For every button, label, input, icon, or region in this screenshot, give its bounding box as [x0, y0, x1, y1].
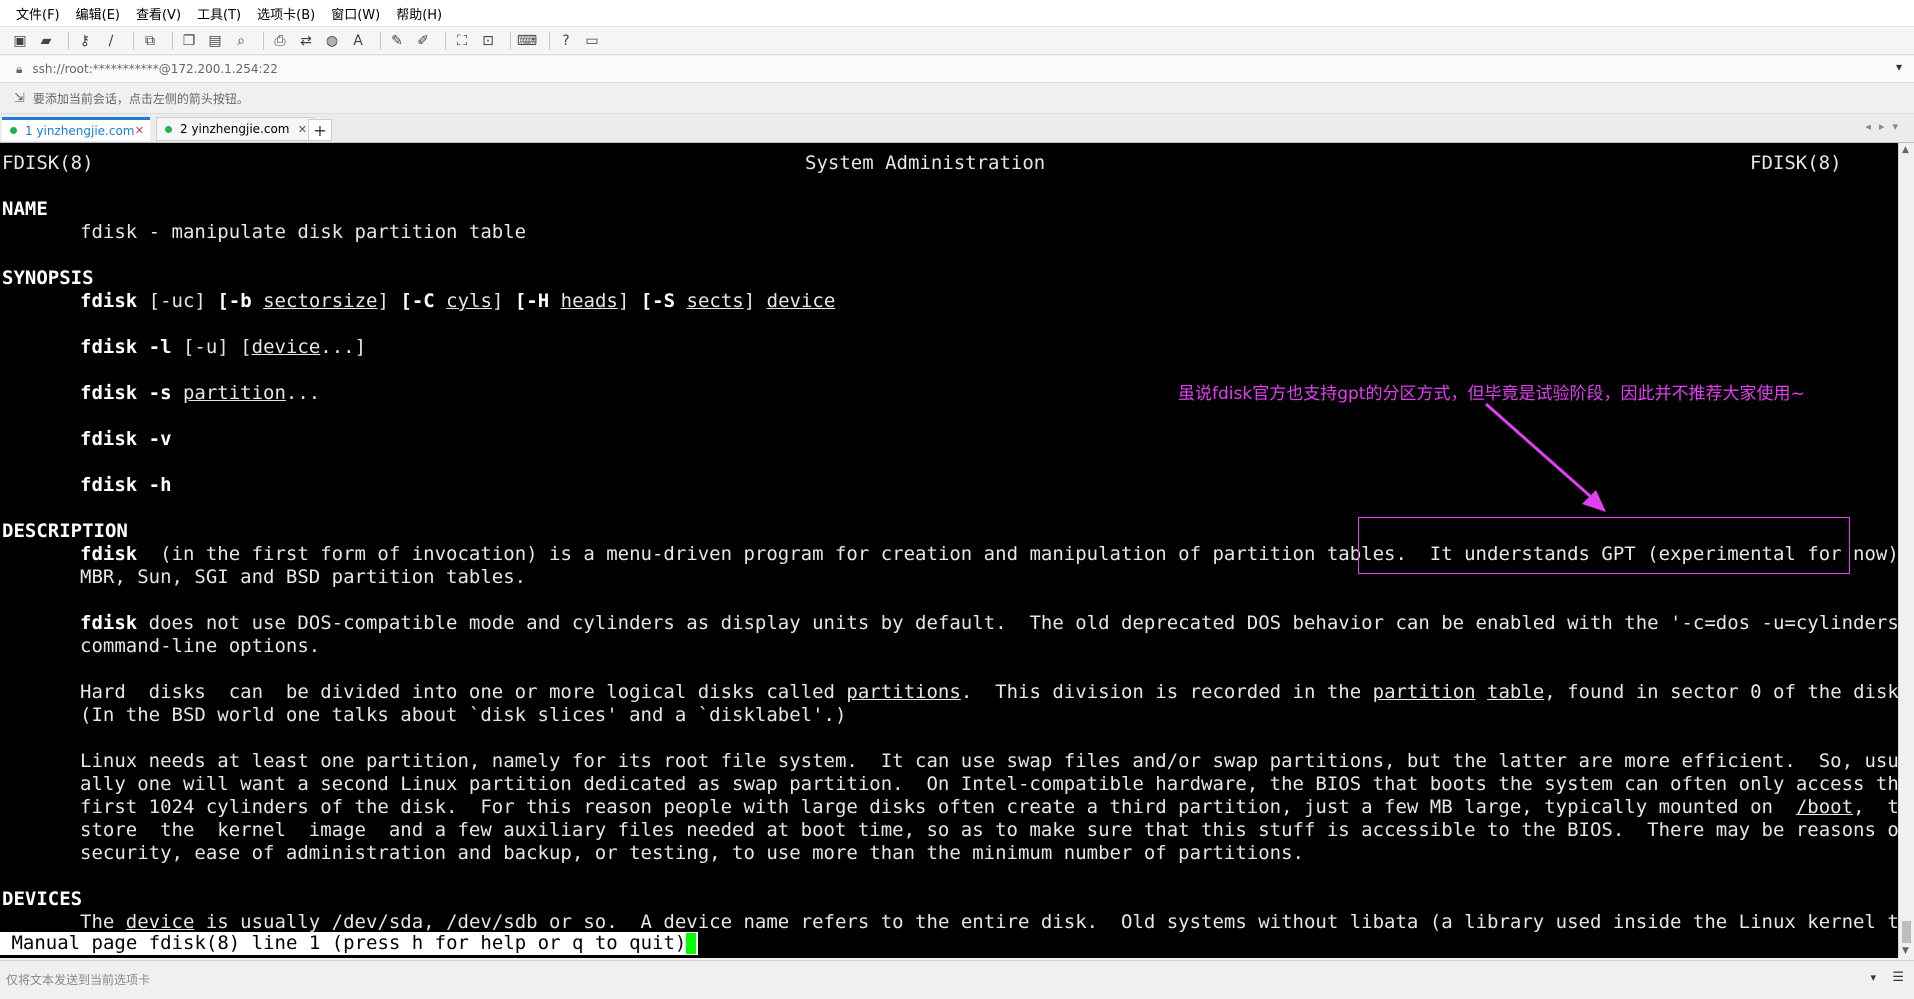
devices-line: The device is usually /dev/sda, /dev/sdb…	[80, 911, 1898, 933]
address-text: ssh://root:***********@172.200.1.254:22	[32, 62, 278, 76]
paste-icon[interactable]: ▤	[205, 31, 225, 51]
open-folder-icon[interactable]: ▰	[36, 31, 56, 51]
print-icon[interactable]: ⎙	[270, 31, 290, 51]
man-header-center: System Administration	[805, 152, 1046, 174]
toolbar-divider	[68, 31, 69, 50]
toolbar-divider	[510, 31, 511, 50]
session-hint-text: 要添加当前会话，点击左侧的箭头按钮。	[32, 91, 249, 106]
session-hint-bar: ⇲ 要添加当前会话，点击左侧的箭头按钮。	[0, 83, 1914, 114]
key-icon[interactable]: ⚷	[75, 31, 95, 51]
find-icon[interactable]: ⌕	[231, 31, 251, 51]
description-line: Hard disks can be divided into one or mo…	[80, 681, 1898, 703]
globe-icon[interactable]: ◍	[322, 31, 342, 51]
toolbar-divider	[445, 31, 446, 50]
address-bar[interactable]: 🔒︎ ssh://root:***********@172.200.1.254:…	[0, 56, 1914, 83]
toolbar-divider	[549, 31, 550, 50]
section-heading: NAME	[2, 198, 48, 220]
help-icon[interactable]: ?	[556, 31, 576, 51]
section-heading: DESCRIPTION	[2, 520, 128, 542]
name-line: fdisk - manipulate disk partition table	[80, 221, 527, 243]
annotation-highlight-box	[1358, 517, 1850, 574]
description-line: store the kernel image and a few auxilia…	[80, 819, 1898, 841]
lock-icon[interactable]: ⊡	[478, 31, 498, 51]
section-heading: SYNOPSIS	[2, 267, 94, 289]
close-icon[interactable]: ✕	[135, 124, 144, 137]
chat-icon[interactable]: ▭	[582, 31, 602, 51]
scroll-up-icon[interactable]: ▲	[1902, 145, 1909, 155]
menu-view[interactable]: 查看(V)	[128, 4, 189, 23]
description-line: security, ease of administration and bac…	[80, 842, 1304, 864]
scrollbar-thumb[interactable]	[1902, 921, 1911, 943]
terminal-cursor	[686, 933, 697, 954]
menu-window[interactable]: 窗口(W)	[323, 4, 388, 23]
synopsis-line: fdisk -v	[80, 428, 172, 450]
toolbar: ▣ ▰ ⚷ ∕ ⧉ ❐ ▤ ⌕ ⎙ ⇄ ◍ A ✎ ✐ ⛶ ⊡ ⌨ ? ▭	[0, 27, 1914, 55]
send-bar: 仅将文本发送到当前选项卡 ▾ ☰	[0, 960, 1914, 999]
description-line: first 1024 cylinders of the disk. For th…	[80, 796, 1898, 818]
toolbar-divider	[263, 31, 264, 50]
menu-tools[interactable]: 工具(T)	[189, 4, 249, 23]
menu-bar: 文件(F) 编辑(E) 查看(V) 工具(T) 选项卡(B) 窗口(W) 帮助(…	[0, 0, 1914, 27]
synopsis-line: fdisk -h	[80, 474, 172, 496]
menu-tabs[interactable]: 选项卡(B)	[249, 4, 323, 23]
disconnect-icon[interactable]: ∕	[101, 31, 121, 51]
man-header-right: FDISK(8)	[1750, 152, 1842, 174]
annotation-text: 虽说fdisk官方也支持gpt的分区方式，但毕竟是试验阶段，因此并不推荐大家使用…	[1178, 384, 1805, 404]
tab-scroll-arrows-icon[interactable]: ◂▸▾	[1865, 120, 1906, 133]
new-tab-icon[interactable]: ⧉	[140, 31, 160, 51]
man-header-left: FDISK(8)	[2, 152, 94, 174]
send-to-tab-input[interactable]: 仅将文本发送到当前选项卡	[6, 971, 150, 988]
section-heading: DEVICES	[2, 888, 83, 910]
description-line: Linux needs at least one partition, name…	[80, 750, 1898, 772]
keyboard-icon[interactable]: ⌨	[517, 31, 537, 51]
script-icon[interactable]: ✎	[387, 31, 407, 51]
menu-help[interactable]: 帮助(H)	[388, 4, 450, 23]
tab-session-1[interactable]: 1 yinzhengjie.com ✕	[2, 117, 150, 141]
tab-bar: 1 yinzhengjie.com ✕ 2 yinzhengjie.com ✕ …	[0, 114, 1914, 143]
toolbar-divider	[172, 31, 173, 50]
tab-label: 1 yinzhengjie.com	[25, 123, 135, 138]
lock-icon: 🔒︎	[16, 61, 23, 76]
new-tab-button[interactable]: +	[308, 119, 332, 141]
transfer-icon[interactable]: ⇄	[296, 31, 316, 51]
macro-icon[interactable]: ✐	[413, 31, 433, 51]
description-line: (In the BSD world one talks about `disk …	[80, 704, 847, 726]
toolbar-divider	[133, 31, 134, 50]
copy-icon[interactable]: ❐	[179, 31, 199, 51]
scroll-down-icon[interactable]: ▼	[1902, 946, 1909, 956]
toolbar-divider	[380, 31, 381, 50]
description-line: ally one will want a second Linux partit…	[80, 773, 1898, 795]
status-dot-icon	[10, 127, 17, 134]
synopsis-line: fdisk -l [-u] [device...]	[80, 336, 367, 358]
menu-edit[interactable]: 编辑(E)	[68, 4, 128, 23]
description-line: fdisk does not use DOS-compatible mode a…	[80, 612, 1898, 634]
tab-session-2[interactable]: 2 yinzhengjie.com ✕	[156, 117, 314, 141]
description-line: command-line options.	[80, 635, 321, 657]
pager-status-line: Manual page fdisk(8) line 1 (press h for…	[0, 932, 699, 955]
chevron-down-icon[interactable]: ▾	[1870, 971, 1876, 984]
close-icon[interactable]: ✕	[298, 123, 307, 136]
status-dot-icon	[165, 125, 172, 133]
add-session-arrow-icon[interactable]: ⇲	[14, 91, 25, 106]
menu-icon[interactable]: ☰	[1892, 970, 1904, 985]
description-line: MBR, Sun, SGI and BSD partition tables.	[80, 566, 527, 588]
tab-label: 2 yinzhengjie.com	[180, 122, 290, 136]
fullscreen-icon[interactable]: ⛶	[452, 31, 472, 51]
synopsis-line: fdisk -s partition...	[80, 382, 321, 404]
font-icon[interactable]: A	[348, 31, 368, 51]
synopsis-line: fdisk [-uc] [-b sectorsize] [-C cyls] [-…	[80, 290, 836, 312]
terminal-scrollbar[interactable]: ▲ ▼	[1898, 143, 1914, 958]
chevron-down-icon[interactable]: ▾	[1896, 60, 1902, 74]
menu-file[interactable]: 文件(F)	[8, 4, 68, 23]
new-session-icon[interactable]: ▣	[10, 31, 30, 51]
